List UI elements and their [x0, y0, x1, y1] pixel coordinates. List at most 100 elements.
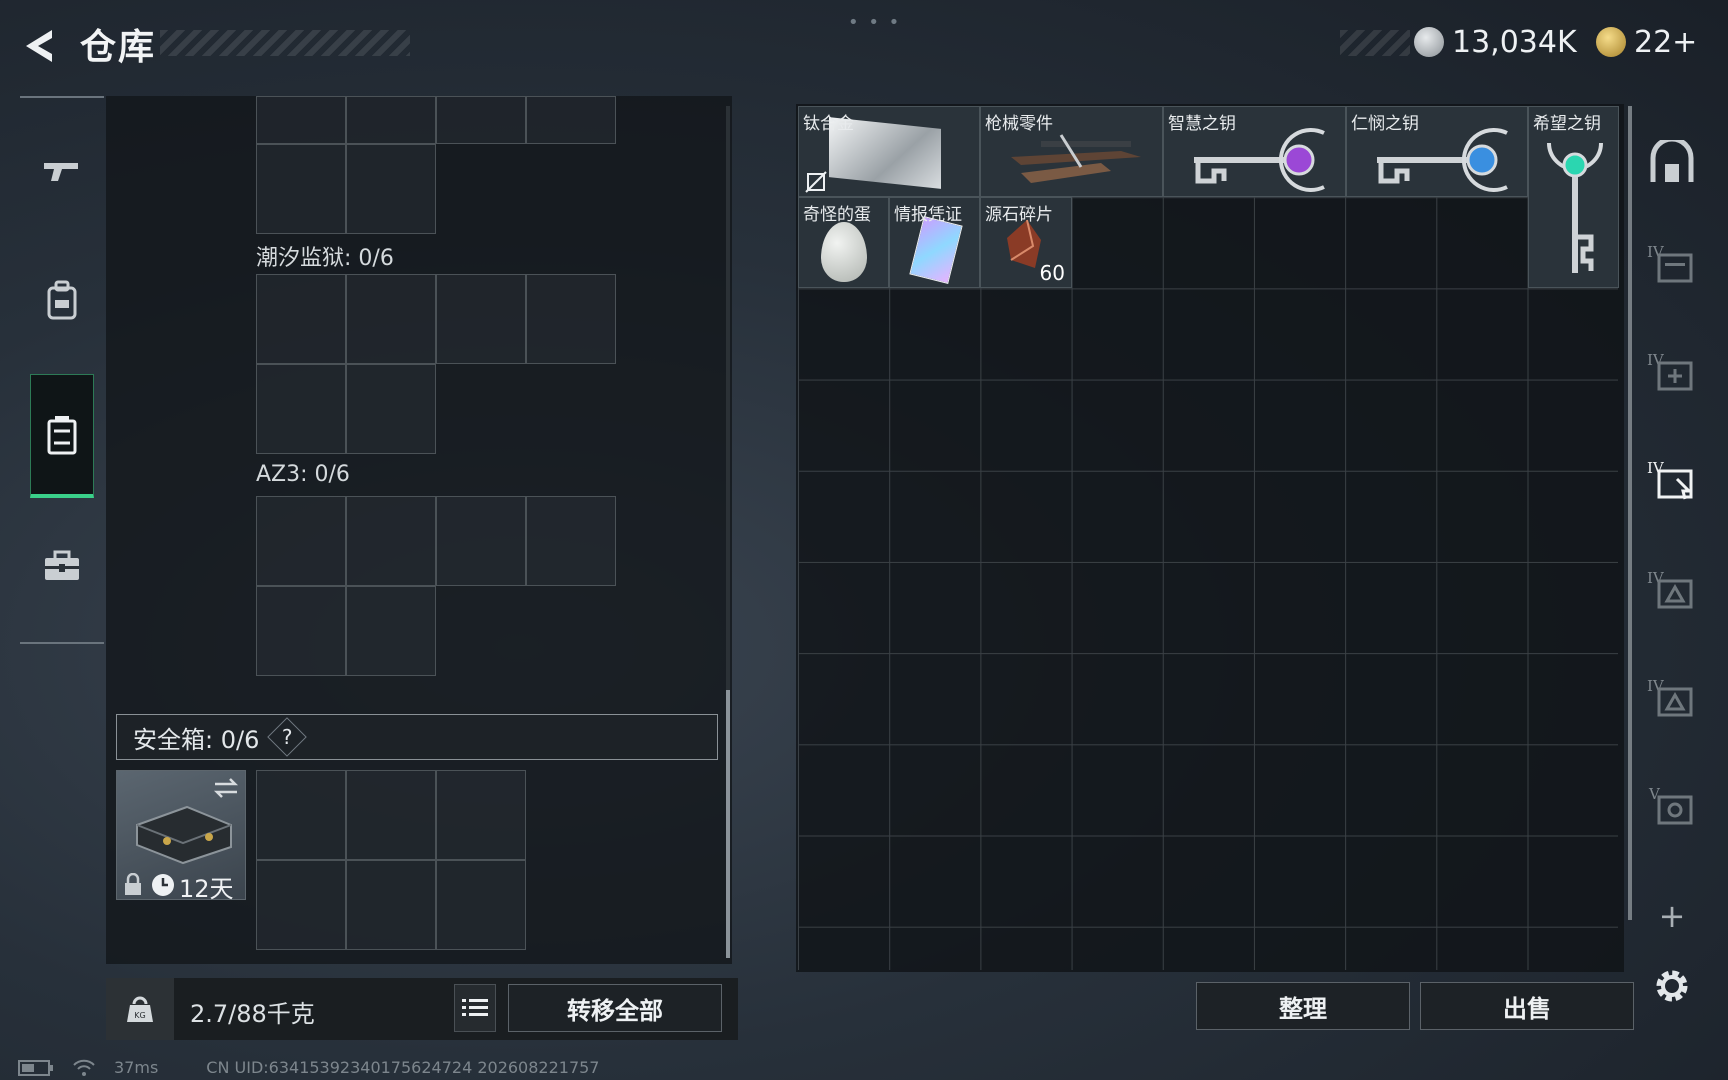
stash-scrollbar[interactable] — [1628, 106, 1632, 920]
safebox-slot[interactable] — [256, 770, 346, 860]
safebox-slot[interactable] — [436, 860, 526, 950]
svg-text:KG: KG — [134, 1011, 145, 1020]
nav-weapons[interactable] — [30, 140, 94, 204]
nav-toolbox[interactable] — [30, 534, 94, 598]
stash-page-3-active[interactable]: IV — [1644, 452, 1700, 508]
tide-prison-label: 潮汐监狱: 0/6 — [256, 246, 394, 271]
help-icon[interactable]: ? — [267, 717, 308, 757]
add-stash-button[interactable]: + — [1644, 888, 1700, 944]
stash-item[interactable]: 奇怪的蛋 — [798, 197, 889, 288]
container-slot[interactable] — [256, 364, 346, 454]
container-slot[interactable] — [346, 364, 436, 454]
container-slot[interactable] — [256, 496, 346, 586]
container-slot[interactable] — [346, 586, 436, 676]
case-icon — [47, 415, 77, 454]
ping-value: 37ms — [114, 1058, 159, 1077]
swap-icon[interactable] — [213, 777, 239, 799]
container-slot[interactable] — [526, 496, 616, 586]
strange-egg-image — [821, 222, 867, 282]
stash-item[interactable]: 钛合金 — [798, 106, 980, 197]
no-trade-icon — [805, 171, 827, 193]
back-arrow-icon[interactable] — [18, 24, 62, 68]
stash-item[interactable]: 枪械零件 — [980, 106, 1163, 197]
stash-item[interactable]: 希望之钥 — [1528, 106, 1619, 288]
container-slot[interactable] — [346, 144, 436, 234]
container-slot[interactable] — [346, 496, 436, 586]
settings-button[interactable] — [1644, 958, 1700, 1014]
wifi-icon — [73, 1059, 95, 1076]
svg-text:IV: IV — [1647, 243, 1665, 261]
gun-icon — [44, 163, 78, 181]
safebox-case-image — [136, 805, 232, 865]
container-slot[interactable] — [346, 274, 436, 364]
container-slot[interactable] — [256, 144, 346, 234]
item-count: 60 — [1039, 261, 1065, 285]
item-name: 钛合金 — [803, 114, 854, 134]
gold-amount: 22+ — [1634, 24, 1698, 60]
sell-button[interactable]: 出售 — [1420, 982, 1634, 1030]
stash-page-5[interactable]: IV — [1644, 670, 1700, 726]
stash-tier-icon: IV — [1647, 243, 1693, 283]
svg-text:IV: IV — [1647, 677, 1665, 695]
stash-tier-icon: IV — [1647, 677, 1693, 717]
currency-decoration — [1340, 30, 1410, 56]
nav-backpack[interactable] — [30, 268, 94, 332]
item-name: 智慧之钥 — [1168, 114, 1236, 134]
weight-icon: KG — [127, 996, 153, 1022]
safebox-slot[interactable] — [346, 860, 436, 950]
stash-item[interactable]: 情报凭证 — [889, 197, 980, 288]
container-slot[interactable] — [346, 96, 436, 144]
title-decoration — [160, 30, 410, 56]
stash-tier-icon: IV — [1647, 569, 1693, 609]
container-slot[interactable] — [526, 274, 616, 364]
safebox-label: 安全箱: 0/6 — [133, 725, 260, 754]
scrollbar-thumb[interactable] — [726, 690, 730, 958]
stash-page-6[interactable]: V — [1644, 778, 1700, 834]
item-name: 仁悯之钥 — [1351, 114, 1419, 134]
container-slot[interactable] — [436, 496, 526, 586]
stash-home-icon — [1650, 140, 1694, 182]
stash-item[interactable]: 智慧之钥 — [1163, 106, 1346, 197]
safebox-slot[interactable] — [346, 770, 436, 860]
item-name: 希望之钥 — [1533, 114, 1601, 134]
stash-tier-icon: IV — [1647, 351, 1693, 391]
clock-icon — [152, 874, 174, 896]
list-icon — [462, 999, 488, 1016]
item-name: 枪械零件 — [985, 114, 1053, 134]
category-nav — [20, 96, 104, 644]
stash-page-4[interactable]: IV — [1644, 562, 1700, 618]
safebox-timer: 12天 — [179, 875, 234, 903]
safebox-item[interactable]: 12天 — [116, 770, 246, 903]
container-slot[interactable] — [436, 274, 526, 364]
container-slot[interactable] — [256, 96, 346, 144]
container-slot[interactable] — [526, 96, 616, 144]
lock-icon — [125, 873, 141, 895]
container-slot[interactable] — [256, 586, 346, 676]
weight-icon-box: KG — [106, 978, 174, 1040]
drag-handle: • • • — [848, 12, 902, 33]
page-title: 仓库 — [80, 27, 157, 68]
stash-page-1[interactable]: IV — [1644, 236, 1700, 292]
stash-item[interactable]: 仁悯之钥 — [1346, 106, 1528, 197]
safebox-header: 安全箱: 0/6 ? — [116, 714, 718, 760]
safebox-slot[interactable] — [436, 770, 526, 860]
transfer-all-button[interactable]: 转移全部 — [508, 984, 722, 1032]
gold-currency: 22+ — [1596, 22, 1697, 62]
stash-item[interactable]: 源石碎片 60 — [980, 197, 1072, 288]
gear-icon — [1656, 970, 1688, 1002]
svg-text:IV: IV — [1647, 459, 1665, 477]
stash-home-button[interactable] — [1644, 134, 1700, 190]
safebox-slot[interactable] — [256, 860, 346, 950]
stash-tier-icon: V — [1648, 785, 1693, 825]
svg-text:IV: IV — [1647, 351, 1665, 369]
stash-page-2[interactable]: IV — [1644, 344, 1700, 400]
list-view-button[interactable] — [454, 984, 496, 1032]
nav-containers[interactable] — [30, 374, 94, 498]
container-slot[interactable] — [436, 96, 526, 144]
sort-button[interactable]: 整理 — [1196, 982, 1410, 1030]
battery-icon — [18, 1059, 53, 1076]
backpack-icon — [47, 280, 77, 320]
weight-value: 2.7/88千克 — [190, 1000, 315, 1028]
container-slot[interactable] — [256, 274, 346, 364]
gun-parts-image — [1011, 134, 1141, 183]
